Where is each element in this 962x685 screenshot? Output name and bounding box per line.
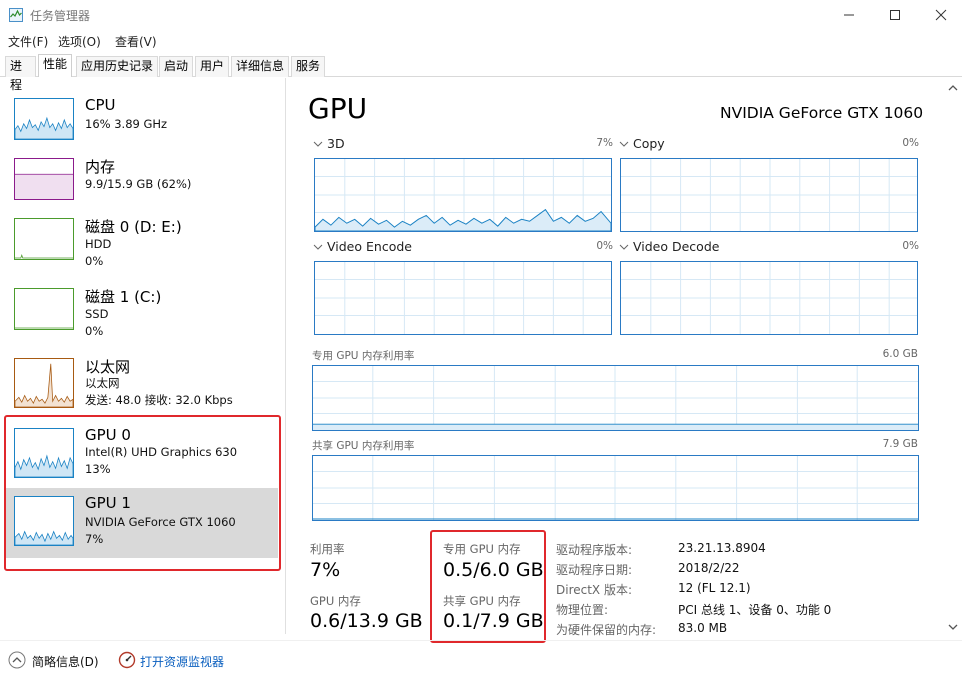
dedicated-memory-graph xyxy=(312,365,919,431)
gpu-model-name: NVIDIA GeForce GTX 1060 xyxy=(720,104,924,122)
gpu-memory-value: 0.6/13.9 GB xyxy=(310,610,423,632)
vertical-scrollbar[interactable] xyxy=(945,78,962,634)
resource-subtitle: 9.9/15.9 GB (62%) xyxy=(85,177,192,191)
tab-performance[interactable]: 性能 xyxy=(38,54,72,77)
engine-copy-label: Copy xyxy=(633,136,665,151)
resource-subtitle: 以太网 xyxy=(85,376,120,390)
resource-title: 以太网 xyxy=(85,358,131,376)
engine-video-encode-label: Video Encode xyxy=(327,239,412,254)
engine-3d-percent: 7% xyxy=(596,137,613,149)
resource-value: 发送: 48.0 接收: 32.0 Kbps xyxy=(85,393,233,407)
driver-version-label: 驱动程序版本: xyxy=(556,543,633,557)
chevron-down-icon[interactable] xyxy=(618,139,630,149)
chevron-down-icon[interactable] xyxy=(312,139,324,149)
resource-subtitle: HDD xyxy=(85,237,112,251)
resource-subtitle: SSD xyxy=(85,307,109,321)
resource-value: 0% xyxy=(85,254,104,268)
gpu-memory-label: GPU 内存 xyxy=(310,594,361,608)
shared-memory-graph-label: 共享 GPU 内存利用率 xyxy=(312,440,415,452)
tab-users[interactable]: 用户 xyxy=(195,56,229,77)
maximize-icon xyxy=(890,10,900,20)
menu-view[interactable]: 查看(V) xyxy=(115,33,157,50)
maximize-button[interactable] xyxy=(872,0,918,30)
directx-version-value: 12 (FL 12.1) xyxy=(678,581,751,595)
resource-value: 0% xyxy=(85,324,104,338)
engine-video-decode-label: Video Decode xyxy=(633,239,720,254)
chevron-down-icon[interactable] xyxy=(618,242,630,252)
resource-title: CPU xyxy=(85,96,116,114)
ethernet-thumbnail-graph xyxy=(14,358,74,408)
tab-services[interactable]: 服务 xyxy=(291,56,325,77)
tab-details[interactable]: 详细信息 xyxy=(231,56,289,77)
disk-1-thumbnail-graph xyxy=(14,288,74,330)
driver-date-label: 驱动程序日期: xyxy=(556,563,633,577)
scroll-down-icon[interactable] xyxy=(948,623,958,631)
window-title: 任务管理器 xyxy=(30,9,91,23)
resource-monitor-icon[interactable] xyxy=(118,651,136,669)
scroll-up-icon[interactable] xyxy=(948,84,958,92)
dedicated-memory-graph-max: 6.0 GB xyxy=(882,348,918,360)
title-bar xyxy=(0,0,962,30)
tab-processes[interactable]: 进程 xyxy=(5,56,36,92)
tab-app-history[interactable]: 应用历史记录 xyxy=(76,56,158,77)
resource-item-ethernet[interactable]: 以太网 以太网 发送: 48.0 接收: 32.0 Kbps xyxy=(6,350,278,420)
utilization-value: 7% xyxy=(310,559,341,581)
task-manager-icon xyxy=(9,8,23,22)
engine-copy-graph xyxy=(620,158,918,232)
memory-stats-highlight xyxy=(430,530,546,643)
chevron-up-icon[interactable] xyxy=(8,651,26,669)
engine-video-decode-graph xyxy=(620,261,918,335)
shared-memory-graph xyxy=(312,455,919,521)
engine-video-decode-percent: 0% xyxy=(902,240,919,252)
engine-video-encode-graph xyxy=(314,261,612,335)
resource-title: 磁盘 0 (D: E:) xyxy=(85,218,182,236)
gpu-items-highlight xyxy=(4,415,281,571)
page-title: GPU xyxy=(308,92,368,125)
close-icon xyxy=(935,9,947,21)
chevron-down-icon[interactable] xyxy=(312,242,324,252)
close-button[interactable] xyxy=(918,0,962,30)
driver-version-value: 23.21.13.8904 xyxy=(678,541,766,555)
resource-item-disk-0[interactable]: 磁盘 0 (D: E:) HDD 0% xyxy=(6,210,278,280)
engine-3d-graph xyxy=(314,158,612,232)
utilization-label: 利用率 xyxy=(310,542,345,556)
dedicated-memory-graph-label: 专用 GPU 内存利用率 xyxy=(312,350,415,362)
driver-date-value: 2018/2/22 xyxy=(678,561,740,575)
reserved-memory-value: 83.0 MB xyxy=(678,621,728,635)
engine-3d-label: 3D xyxy=(327,136,345,151)
minimize-icon xyxy=(844,14,854,16)
physical-location-label: 物理位置: xyxy=(556,603,609,617)
menu-options[interactable]: 选项(O) xyxy=(58,33,101,50)
minimize-button[interactable] xyxy=(826,0,872,30)
physical-location-value: PCI 总线 1、设备 0、功能 0 xyxy=(678,603,832,617)
directx-version-label: DirectX 版本: xyxy=(556,583,633,597)
resource-item-disk-1[interactable]: 磁盘 1 (C:) SSD 0% xyxy=(6,280,278,350)
disk-0-thumbnail-graph xyxy=(14,218,74,260)
engine-copy-percent: 0% xyxy=(902,137,919,149)
shared-memory-graph-max: 7.9 GB xyxy=(882,438,918,450)
reserved-memory-label: 为硬件保留的内存: xyxy=(556,623,657,637)
memory-thumbnail-graph xyxy=(14,158,74,200)
engine-video-encode-percent: 0% xyxy=(596,240,613,252)
resource-subtitle: 16% 3.89 GHz xyxy=(85,117,168,131)
cpu-thumbnail-graph xyxy=(14,98,74,140)
fewer-details-button[interactable]: 简略信息(D) xyxy=(32,653,99,670)
tab-startup[interactable]: 启动 xyxy=(159,56,193,77)
open-resource-monitor-link[interactable]: 打开资源监视器 xyxy=(140,653,224,670)
resource-title: 内存 xyxy=(85,158,116,176)
menu-file[interactable]: 文件(F) xyxy=(8,33,48,50)
resource-title: 磁盘 1 (C:) xyxy=(85,288,162,306)
